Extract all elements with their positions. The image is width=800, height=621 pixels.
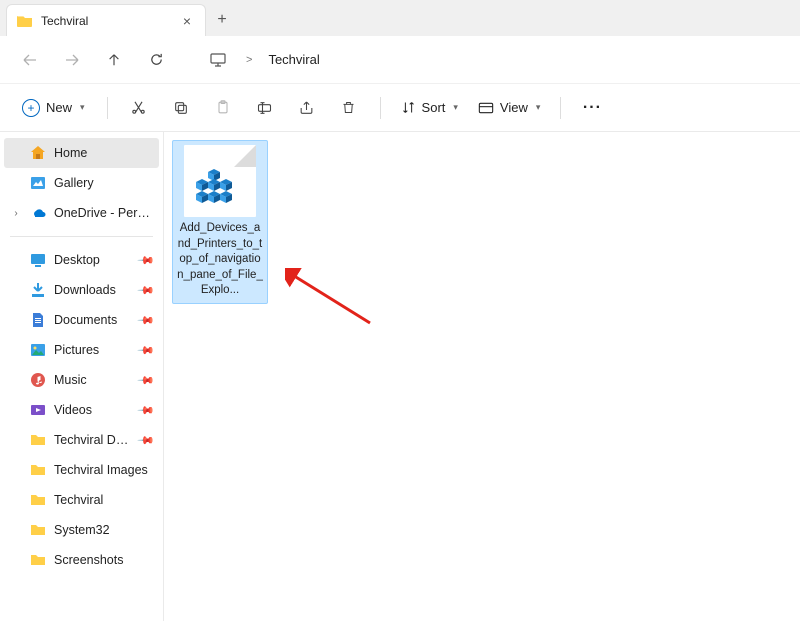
sidebar-item-folder[interactable]: Techviral: [4, 485, 159, 515]
breadcrumb-separator: >: [246, 54, 252, 66]
videos-icon: [30, 402, 46, 418]
sidebar-item-documents[interactable]: Documents 📌: [4, 305, 159, 335]
sidebar-label: Desktop: [54, 253, 131, 267]
sidebar-label: Documents: [54, 313, 131, 327]
pin-icon: 📌: [137, 311, 156, 330]
plus-icon: +: [217, 11, 226, 29]
sidebar-item-home[interactable]: Home: [4, 138, 159, 168]
navigation-bar: > Techviral: [0, 36, 800, 84]
new-button[interactable]: + New ▾: [12, 95, 95, 121]
new-label: New: [46, 100, 72, 115]
sidebar-label: Techviral Images: [54, 463, 153, 477]
titlebar: Techviral × +: [0, 0, 800, 36]
pin-icon: 📌: [137, 431, 156, 450]
view-icon: [478, 101, 494, 115]
tab-close-icon[interactable]: ×: [179, 13, 195, 29]
new-tab-button[interactable]: +: [206, 4, 238, 36]
forward-button[interactable]: [54, 42, 90, 78]
sidebar-item-folder[interactable]: Techviral Images: [4, 455, 159, 485]
sidebar-item-pictures[interactable]: Pictures 📌: [4, 335, 159, 365]
up-button[interactable]: [96, 42, 132, 78]
plus-circle-icon: +: [22, 99, 40, 117]
sidebar-label: OneDrive - Persona: [54, 206, 153, 220]
more-button[interactable]: ···: [573, 90, 611, 126]
onedrive-icon: [30, 205, 46, 221]
share-button[interactable]: [288, 90, 326, 126]
window-tab[interactable]: Techviral ×: [6, 4, 206, 36]
folder-icon: [30, 432, 46, 448]
sidebar-item-desktop[interactable]: Desktop 📌: [4, 245, 159, 275]
sidebar-label: Techviral Docum: [54, 433, 131, 447]
view-button[interactable]: View ▾: [470, 96, 548, 119]
music-icon: [30, 372, 46, 388]
sidebar-label: Gallery: [54, 176, 153, 190]
sidebar-label: Pictures: [54, 343, 131, 357]
sidebar-label: Techviral: [54, 493, 153, 507]
sidebar-separator: [10, 236, 153, 237]
gallery-icon: [30, 175, 46, 191]
folder-icon: [30, 552, 46, 568]
ellipsis-icon: ···: [583, 99, 602, 117]
documents-icon: [30, 312, 46, 328]
desktop-icon: [30, 252, 46, 268]
registry-file-icon: [184, 145, 256, 217]
refresh-button[interactable]: [138, 42, 174, 78]
sidebar-item-gallery[interactable]: Gallery: [4, 168, 159, 198]
navigation-pane: Home Gallery › OneDrive - Persona Deskto…: [0, 132, 164, 621]
back-button[interactable]: [12, 42, 48, 78]
cut-button[interactable]: [120, 90, 158, 126]
content-pane[interactable]: Add_Devices_and_Printers_to_top_of_navig…: [164, 132, 800, 621]
breadcrumb-current[interactable]: Techviral: [262, 48, 325, 71]
toolbar-separator: [560, 97, 561, 119]
pin-icon: 📌: [137, 401, 156, 420]
rename-button[interactable]: [246, 90, 284, 126]
chevron-down-icon: ▾: [536, 102, 541, 113]
copy-button[interactable]: [162, 90, 200, 126]
pictures-icon: [30, 342, 46, 358]
sidebar-item-downloads[interactable]: Downloads 📌: [4, 275, 159, 305]
sidebar-label: Screenshots: [54, 553, 153, 567]
this-pc-icon[interactable]: [200, 42, 236, 78]
sidebar-item-folder[interactable]: Screenshots: [4, 545, 159, 575]
folder-icon: [17, 13, 33, 29]
chevron-down-icon: ▾: [453, 102, 458, 113]
pin-icon: 📌: [137, 281, 156, 300]
sidebar-label: System32: [54, 523, 153, 537]
chevron-right-icon: ›: [10, 208, 22, 219]
folder-icon: [30, 522, 46, 538]
pin-icon: 📌: [137, 371, 156, 390]
sort-label: Sort: [422, 100, 446, 115]
toolbar: + New ▾ Sort ▾ View ▾ ···: [0, 84, 800, 132]
tab-title: Techviral: [41, 14, 171, 28]
sidebar-item-videos[interactable]: Videos 📌: [4, 395, 159, 425]
sidebar-item-music[interactable]: Music 📌: [4, 365, 159, 395]
folder-icon: [30, 462, 46, 478]
pin-icon: 📌: [137, 251, 156, 270]
chevron-down-icon: ▾: [80, 102, 85, 113]
sidebar-label: Videos: [54, 403, 131, 417]
sidebar-label: Downloads: [54, 283, 131, 297]
toolbar-separator: [380, 97, 381, 119]
sort-icon: [401, 100, 416, 115]
toolbar-separator: [107, 97, 108, 119]
delete-button[interactable]: [330, 90, 368, 126]
sidebar-item-onedrive[interactable]: › OneDrive - Persona: [4, 198, 159, 228]
downloads-icon: [30, 282, 46, 298]
body: Home Gallery › OneDrive - Persona Deskto…: [0, 132, 800, 621]
sidebar-item-folder[interactable]: System32: [4, 515, 159, 545]
file-name: Add_Devices_and_Printers_to_top_of_navig…: [177, 221, 263, 299]
sort-button[interactable]: Sort ▾: [393, 96, 466, 119]
pin-icon: 📌: [137, 341, 156, 360]
sidebar-label: Music: [54, 373, 131, 387]
view-label: View: [500, 100, 528, 115]
sidebar-item-folder[interactable]: Techviral Docum 📌: [4, 425, 159, 455]
file-item-selected[interactable]: Add_Devices_and_Printers_to_top_of_navig…: [172, 140, 268, 304]
home-icon: [30, 145, 46, 161]
paste-button[interactable]: [204, 90, 242, 126]
folder-icon: [30, 492, 46, 508]
sidebar-label: Home: [54, 146, 153, 160]
